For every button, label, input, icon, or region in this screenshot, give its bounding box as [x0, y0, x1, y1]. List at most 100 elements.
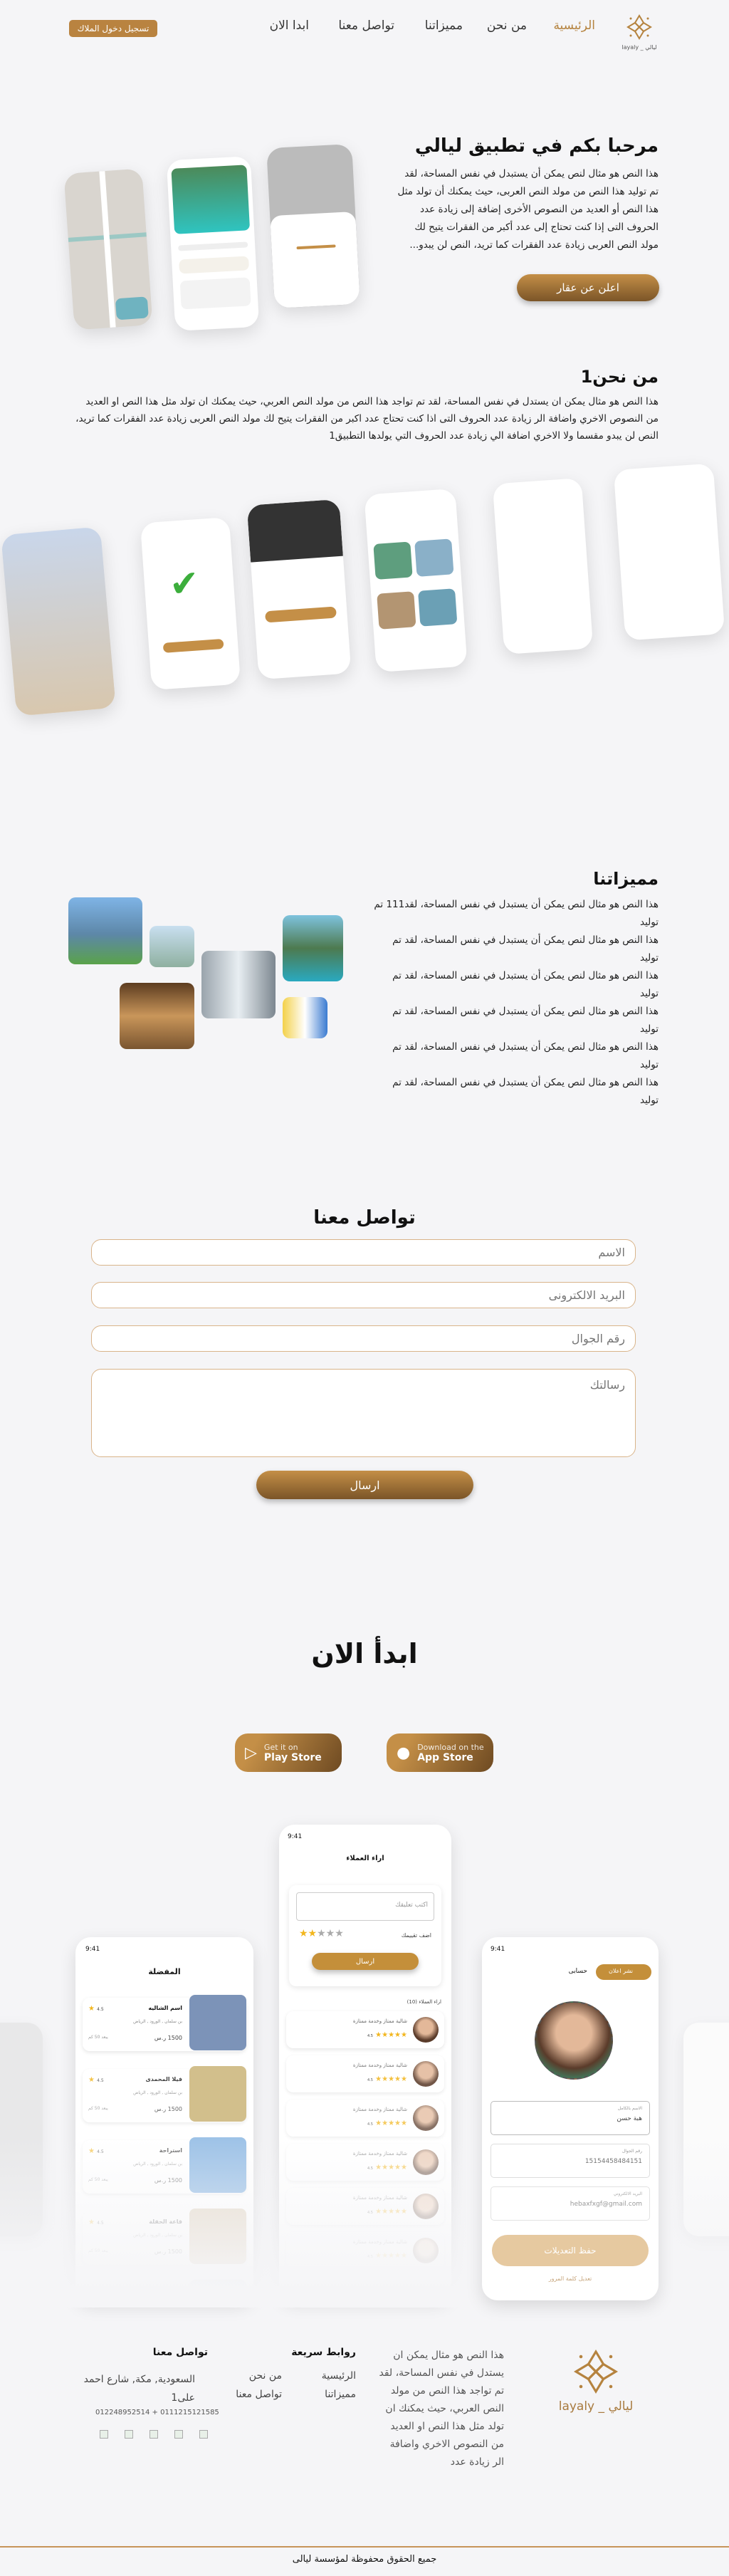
reviews-count: اراء العملاء (10)	[407, 1999, 441, 2005]
mockups-fade-left	[0, 2137, 473, 2308]
review-rating-value: 4.5	[367, 2034, 373, 2038]
favorites-title: المفضلة	[148, 1967, 181, 1976]
review-rating-value: 4.5	[367, 2122, 373, 2127]
email-value: hebaxfxgf@gmail.com	[570, 2201, 642, 2208]
image-cathedral	[120, 983, 194, 1049]
property-name: فيلا المحمدى	[145, 2076, 182, 2082]
footer-contact-title: تواصل معنا	[152, 2347, 208, 2358]
reviews-title: اراء العملاء	[346, 1855, 384, 1862]
app-screenshot-menu	[492, 477, 594, 655]
image-palace	[150, 926, 194, 967]
comment-input[interactable]: اكتب تعليقك	[296, 1892, 434, 1921]
hero-title: مرحبا بكم في تطبيق ليالي	[414, 135, 659, 157]
avatar[interactable]	[535, 2001, 613, 2080]
property-location: بن سلمان , الورود , الرياض	[133, 2090, 182, 2095]
property-distance: يبعد 50 كم	[88, 2035, 108, 2040]
reviewer-avatar	[413, 2105, 439, 2131]
social-icon[interactable]	[150, 2430, 158, 2439]
footer-logo: layaly _ ليالي	[557, 2347, 635, 2414]
nav-features[interactable]: مميزاتنا	[425, 19, 463, 33]
review-stars: ★★★★★ 4.5	[367, 2119, 407, 2127]
footer-link-features[interactable]: مميزاتنا	[325, 2389, 356, 2400]
app-store-button[interactable]: ● Download on the App Store	[387, 1733, 493, 1772]
rating-stars[interactable]: ★★★★★	[299, 1928, 344, 1939]
logo[interactable]: layaly _ ليالي	[618, 13, 661, 51]
property-price: 1500 ر.س	[154, 2035, 182, 2041]
phone-value: 15154458484151	[584, 2158, 642, 2165]
advertise-property-button[interactable]: اعلن عن عقار	[517, 274, 659, 301]
nav-start[interactable]: ابدا الان	[270, 19, 309, 33]
status-time: 9:41	[288, 1833, 303, 1840]
app-screenshot-settings	[613, 463, 725, 641]
review-rating-value: 4.5	[367, 2078, 373, 2082]
review-stars: ★★★★★ 4.5	[367, 2075, 407, 2083]
copyright: جميع الحقوق محفوظة لمؤسسة ليالى	[292, 2554, 437, 2565]
footer-address: السعودية, مكة, شارع احمد على1	[83, 2374, 195, 2404]
image-blue-street	[283, 997, 327, 1038]
play-store-button[interactable]: ▷ Get it on Play Store	[235, 1733, 342, 1772]
footer-link-contact[interactable]: تواصل معنا	[236, 2389, 282, 2400]
status-time: 9:41	[491, 1946, 505, 1953]
profile-title: حسابى	[568, 1968, 587, 1975]
change-password-link[interactable]: تعديل كلمة المرور	[482, 2275, 659, 2282]
hero-text: هذا النص هو مثال لنص يمكن أن يستبدل في ن…	[397, 168, 659, 251]
logo-text: layaly _ ليالي	[622, 44, 657, 51]
review-card: شالية ممتاز وخدمة ممتازة ★★★★★ 4.5	[286, 2100, 444, 2137]
quick-links-title: روابط سريعة	[291, 2347, 356, 2358]
phone-label: رقم الجوال	[622, 2149, 642, 2154]
footer-phones: 012248952514 + 0111215121585	[95, 2409, 219, 2416]
property-rating: ★ 4.5	[88, 2076, 104, 2084]
play-store-top: Get it on	[263, 1742, 298, 1752]
property-image	[189, 1995, 246, 2050]
email-input[interactable]	[91, 1282, 636, 1308]
nav-home[interactable]: الرئيسية	[553, 19, 595, 33]
property-distance: يبعد 50 كم	[88, 2106, 108, 2111]
review-text: شالية ممتاز وخدمة ممتازة	[352, 2063, 407, 2068]
app-screenshot-map	[63, 168, 153, 330]
app-store-bottom: App Store	[417, 1751, 473, 1763]
logo-flower-icon	[626, 14, 652, 40]
name-label: الاسم بالكامل	[617, 2106, 642, 2111]
about-text: هذا النص هو مثال يمكن ان يستدل في نفس ال…	[75, 396, 659, 442]
social-icon[interactable]	[199, 2430, 208, 2439]
social-icon[interactable]	[125, 2430, 133, 2439]
nav-contact[interactable]: تواصل معنا	[338, 19, 394, 33]
image-city-towers	[68, 897, 142, 964]
send-button[interactable]: ارسال	[256, 1471, 473, 1499]
email-label: البريد الالكتروني	[613, 2191, 642, 2196]
email-field[interactable]: البريد الالكتروني hebaxfxgf@gmail.com	[491, 2186, 650, 2221]
phone-input[interactable]	[91, 1325, 636, 1352]
feature-item: هذا النص هو مثال لنص يمكن أن يستبدل في ن…	[374, 899, 659, 928]
rate-label: اضف تقييمك	[401, 1932, 431, 1939]
post-ad-button[interactable]: نشر اعلان	[596, 1964, 651, 1980]
footer-link-home[interactable]: الرئيسية	[322, 2370, 356, 2382]
favorite-card[interactable]: اسم الشاليه بن سلمان , الورود , الرياض 1…	[83, 1995, 246, 2051]
review-stars: ★★★★★ 4.5	[367, 2031, 407, 2039]
save-changes-button[interactable]: حفظ التعديلات	[492, 2235, 649, 2266]
social-icon[interactable]	[174, 2430, 183, 2439]
favorite-card[interactable]: فيلا المحمدى بن سلمان , الورود , الرياض …	[83, 2066, 246, 2122]
name-field[interactable]: الاسم بالكامل هبة حسن	[491, 2101, 650, 2135]
social-icon[interactable]	[100, 2430, 108, 2439]
logo-flower-icon	[573, 2349, 619, 2394]
property-image	[189, 2066, 246, 2122]
about-title: من نحن1	[580, 367, 659, 387]
footer-link-about[interactable]: من نحن	[249, 2370, 282, 2382]
name-input[interactable]	[91, 1239, 636, 1266]
start-title: ابدأ الان	[311, 1638, 418, 1669]
review-send-button[interactable]: ارسال	[312, 1953, 419, 1970]
app-screenshot-onboarding	[1, 526, 116, 716]
review-card: شالية ممتاز وخدمة ممتازة ★★★★★ 4.5	[286, 2055, 444, 2092]
features-list: هذا النص هو مثال لنص يمكن أن يستبدل في ن…	[374, 896, 659, 1110]
post-ad-label: نشر اعلان	[609, 1968, 633, 1974]
property-price: 1500 ر.س	[154, 2106, 182, 2112]
property-name: اسم الشاليه	[148, 2005, 182, 2011]
message-textarea[interactable]	[91, 1369, 636, 1457]
features-title: مميزاتنا	[593, 869, 659, 889]
play-store-bottom: Play Store	[263, 1751, 322, 1763]
owner-login-button[interactable]: تسجيل دخول الملاك	[69, 20, 157, 37]
feature-item: هذا النص هو مثال لنص يمكن أن يستبدل في ن…	[392, 970, 659, 999]
footer-logo-text: layaly _ ليالي	[558, 2399, 634, 2414]
phone-field[interactable]: رقم الجوال 15154458484151	[491, 2144, 650, 2178]
nav-about[interactable]: من نحن	[487, 19, 527, 33]
